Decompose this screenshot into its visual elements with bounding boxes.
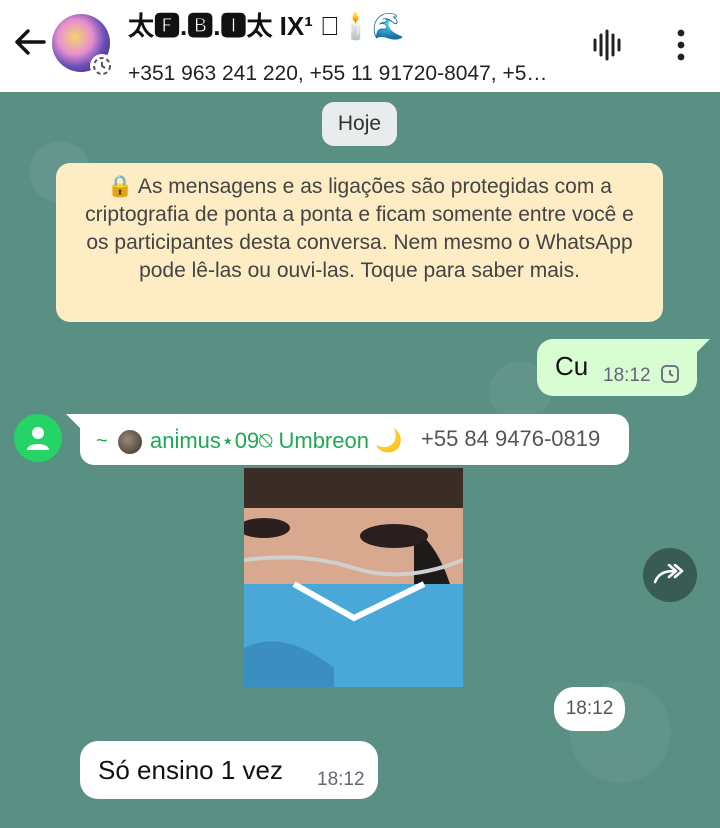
outgoing-message[interactable]: Cu 18:12	[537, 339, 697, 396]
date-divider: Hoje	[322, 102, 397, 146]
status-icon	[90, 54, 114, 78]
chat-participants[interactable]: +351 963 241 220, +55 11 91720-8047, +5…	[128, 62, 568, 86]
incoming-message[interactable]: Só ensino 1 vez 18:12	[80, 741, 378, 799]
message-text: Cu	[555, 351, 589, 381]
media-time: 18:12	[554, 687, 625, 731]
incoming-media-message[interactable]: ~ ani̇mus⋆09⍉ Umbreon 🌙 +55 84 9476-0819	[80, 414, 629, 465]
default-avatar-icon[interactable]	[14, 414, 62, 462]
message-time: 18:12	[317, 769, 365, 790]
encryption-notice[interactable]: 🔒 As mensagens e as ligações são protegi…	[56, 163, 663, 322]
voice-wave-icon[interactable]	[588, 26, 626, 64]
sender-mini-avatar	[118, 430, 142, 454]
chat-title[interactable]: 太🅵.🅱.🅸太 IX¹ ⃟🕯️🌊	[128, 6, 404, 43]
back-arrow-icon[interactable]	[10, 22, 50, 62]
message-text: Só ensino 1 vez	[98, 755, 284, 785]
clock-icon	[661, 365, 679, 383]
forward-icon[interactable]	[643, 548, 697, 602]
sender-name[interactable]: ani̇mus⋆09⍉ Umbreon 🌙	[150, 428, 402, 454]
more-vert-icon[interactable]	[664, 26, 698, 64]
photo-image[interactable]	[244, 468, 463, 687]
outgoing-bubble-tail	[694, 339, 710, 355]
encryption-notice-text: 🔒 As mensagens e as ligações são protegi…	[85, 175, 634, 282]
sender-tilde: ~	[96, 430, 108, 452]
message-time: 18:12	[603, 365, 651, 386]
chat-header: 太🅵.🅱.🅸太 IX¹ ⃟🕯️🌊 +351 963 241 220, +55 1…	[0, 0, 720, 92]
sender-phone[interactable]: +55 84 9476-0819	[421, 426, 600, 452]
